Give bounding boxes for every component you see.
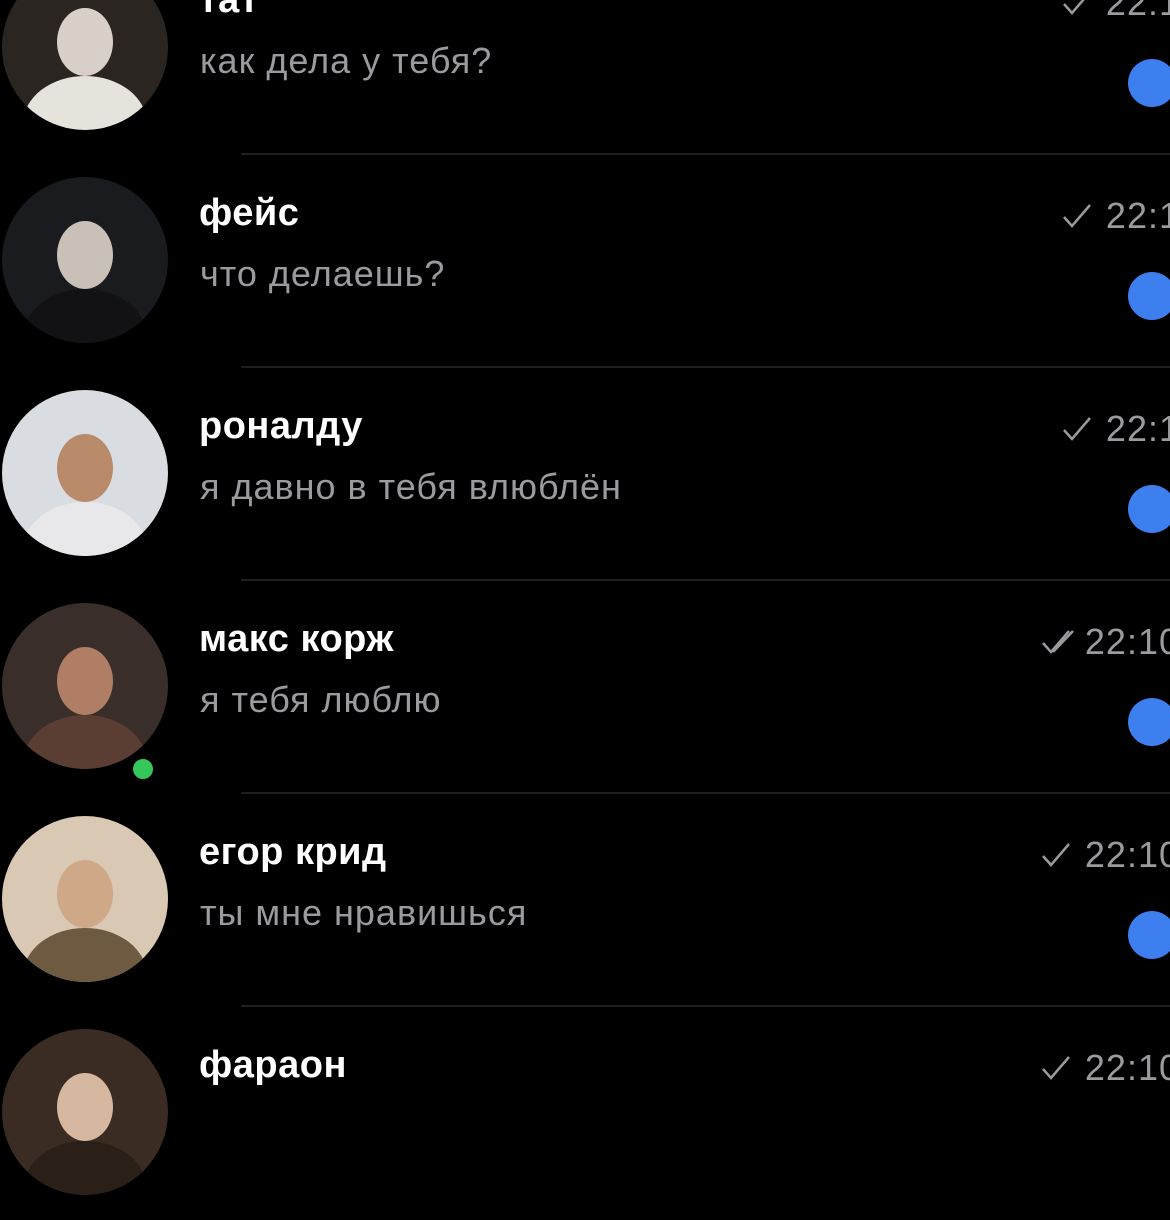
chat-time: 22:1 (1105, 408, 1170, 449)
chat-meta: 22:10 (1039, 621, 1170, 663)
avatar[interactable] (2, 603, 168, 769)
chat-row[interactable]: фараон 22:10 (0, 1007, 1170, 1220)
chat-name: роналду (199, 405, 363, 447)
avatar[interactable] (2, 177, 168, 343)
check-icon (1060, 201, 1096, 231)
chat-meta: 22:10 (1039, 1047, 1170, 1089)
chat-row[interactable]: фейс что делаешь? 22:1 (0, 155, 1170, 368)
avatar[interactable] (2, 390, 168, 556)
unread-indicator (1128, 911, 1170, 959)
chat-meta: 22:10 (1039, 834, 1170, 876)
chat-preview: я тебя люблю (200, 679, 442, 720)
chat-preview: ты мне нравишься (200, 892, 528, 933)
chat-name: фейс (199, 192, 300, 234)
unread-indicator (1128, 698, 1170, 746)
chat-preview: как дела у тебя? (200, 40, 493, 81)
chat-name: макс корж (199, 618, 394, 660)
chat-row[interactable]: макс корж я тебя люблю 22:10 (0, 581, 1170, 794)
chat-time: 22:10 (1084, 1047, 1170, 1088)
unread-indicator (1128, 272, 1170, 320)
unread-indicator (1128, 59, 1170, 107)
chat-time: 22:10 (1084, 621, 1170, 662)
chat-meta: 22:1 (1060, 195, 1170, 237)
chat-time: 22:1 (1105, 195, 1170, 236)
chat-row[interactable]: роналду я давно в тебя влюблён 22:1 (0, 368, 1170, 581)
double-check-icon (1039, 627, 1075, 657)
online-indicator (129, 755, 157, 783)
check-icon (1039, 840, 1075, 870)
check-icon (1060, 0, 1096, 18)
avatar[interactable] (2, 816, 168, 982)
check-icon (1039, 1053, 1075, 1083)
chat-meta: 22:1 (1060, 0, 1170, 24)
chat-time: 22:1 (1105, 0, 1170, 23)
chat-preview: что делаешь? (200, 253, 446, 294)
avatar[interactable] (2, 1029, 168, 1195)
avatar[interactable] (2, 0, 168, 130)
chat-row[interactable]: егор крид ты мне нравишься 22:10 (0, 794, 1170, 1007)
check-icon (1060, 414, 1096, 444)
chat-name: тат (199, 0, 259, 21)
chat-meta: 22:1 (1060, 408, 1170, 450)
chat-preview: я давно в тебя влюблён (200, 466, 622, 507)
chat-time: 22:10 (1084, 834, 1170, 875)
chat-name: фараон (199, 1044, 347, 1086)
chat-list: тат как дела у тебя? 22:1 фейс что делае… (0, 0, 1170, 1220)
chat-name: егор крид (199, 831, 387, 873)
chat-row[interactable]: тат как дела у тебя? 22:1 (0, 0, 1170, 155)
unread-indicator (1128, 485, 1170, 533)
